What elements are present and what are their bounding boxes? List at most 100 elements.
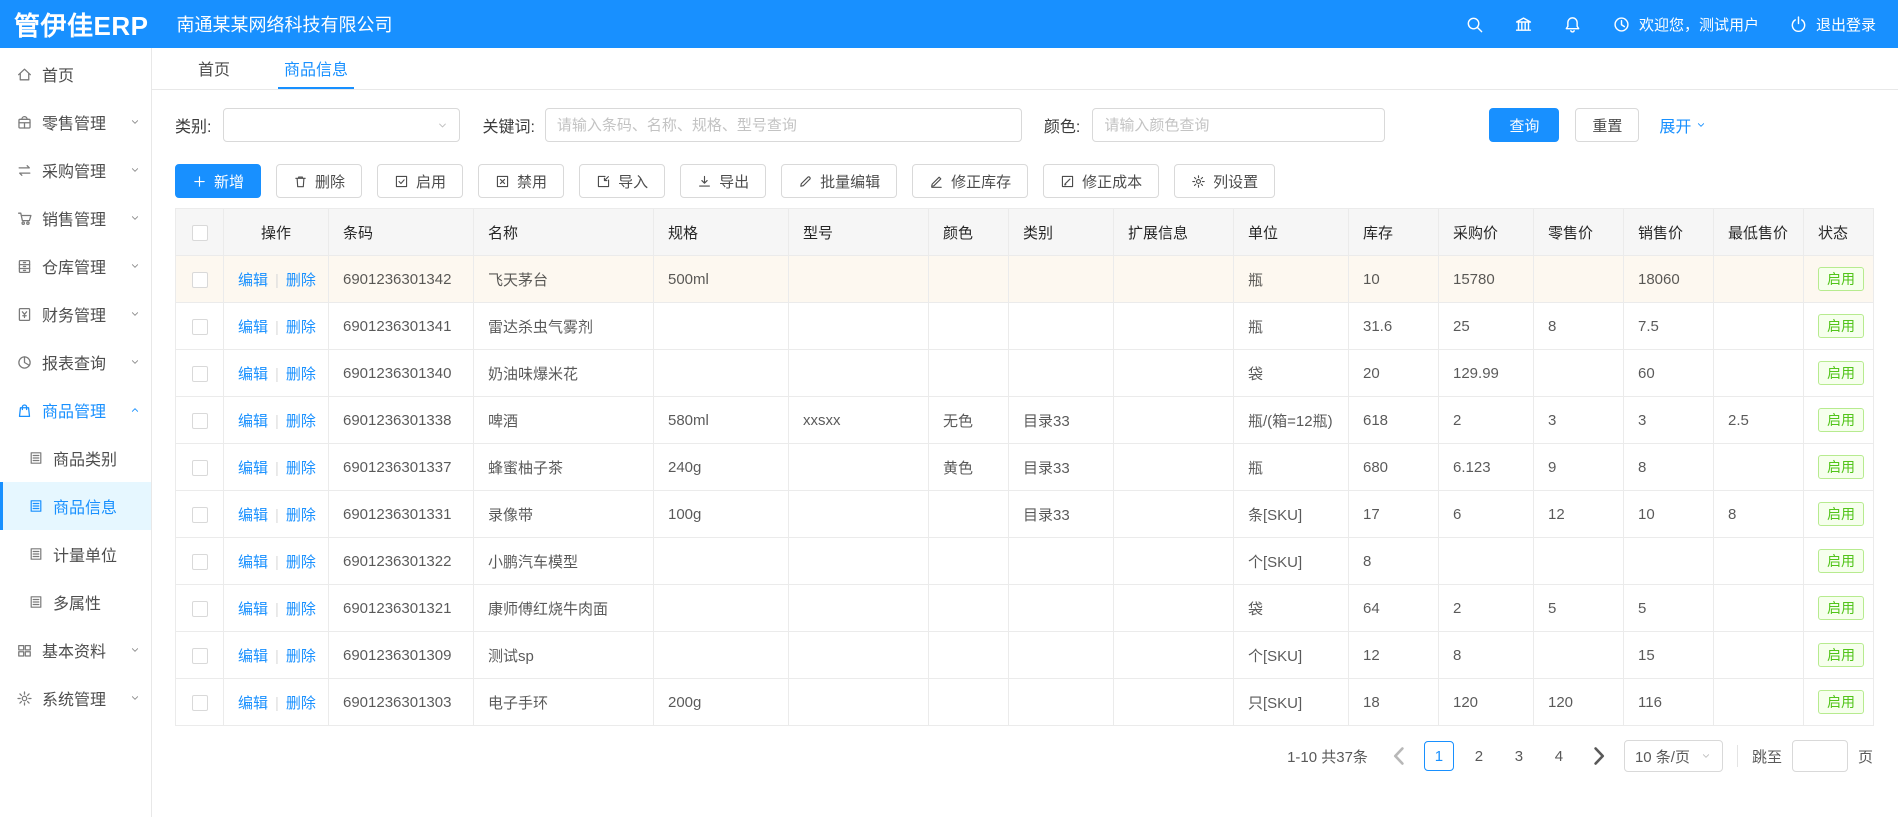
row-checkbox[interactable] [192,319,208,335]
delete-link[interactable]: 删除 [286,601,316,618]
welcome-user[interactable]: 欢迎您，测试用户 [1612,14,1759,35]
sidebar-item-retail[interactable]: 零售管理 [0,98,151,146]
cell-color [929,491,1009,538]
edit-link[interactable]: 编辑 [238,695,268,712]
edit-link[interactable]: 编辑 [238,272,268,289]
search-icon[interactable] [1465,15,1484,34]
cell-retail [1534,256,1624,303]
toolbar-button-edit[interactable]: 批量编辑 [781,164,897,198]
logout-button[interactable]: 退出登录 [1789,14,1876,35]
cell-sale: 60 [1624,350,1714,397]
color-input[interactable] [1092,108,1385,142]
page-number-3[interactable]: 3 [1504,741,1534,771]
delete-link[interactable]: 删除 [286,695,316,712]
cell-model [789,491,929,538]
sidebar-subitem-1[interactable]: 商品类别 [0,434,151,482]
reset-button[interactable]: 重置 [1575,108,1639,142]
toolbar-button-check-square[interactable]: 启用 [377,164,463,198]
edit-link[interactable]: 编辑 [238,460,268,477]
row-checkbox[interactable] [192,648,208,664]
cell-stock: 10 [1349,256,1439,303]
edit-link[interactable]: 编辑 [238,366,268,383]
bell-icon[interactable] [1563,15,1582,34]
row-actions-cell: 编辑|删除 [224,632,329,679]
toolbar-button-plus[interactable]: 新增 [175,164,261,198]
edit-link[interactable]: 编辑 [238,601,268,618]
sidebar-item-gear[interactable]: 系统管理 [0,674,151,722]
row-checkbox[interactable] [192,366,208,382]
row-checkbox[interactable] [192,601,208,617]
cell-category [1009,538,1114,585]
search-button[interactable]: 查询 [1489,108,1559,142]
row-checkbox[interactable] [192,507,208,523]
column-header: 零售价 [1534,209,1624,256]
page-number-2[interactable]: 2 [1464,741,1494,771]
cell-retail: 3 [1534,397,1624,444]
delete-link[interactable]: 删除 [286,319,316,336]
edit-link[interactable]: 编辑 [238,554,268,571]
sidebar-subitem-3[interactable]: 计量单位 [0,530,151,578]
pagination-divider [1737,745,1738,767]
row-checkbox[interactable] [192,460,208,476]
keyword-input[interactable] [545,108,1022,142]
toolbar-button-gear[interactable]: 列设置 [1174,164,1275,198]
row-checkbox[interactable] [192,272,208,288]
prev-page-button[interactable] [1384,741,1414,771]
cell-min [1714,585,1804,632]
toolbar-button-export[interactable]: 导出 [680,164,766,198]
cell-min: 2.5 [1714,397,1804,444]
select-all-checkbox[interactable] [192,225,208,241]
cell-purchase [1439,538,1534,585]
row-actions-cell: 编辑|删除 [224,303,329,350]
page-number-4[interactable]: 4 [1544,741,1574,771]
sidebar-item-warehouse[interactable]: 仓库管理 [0,242,151,290]
jump-to-input[interactable] [1792,740,1848,772]
sidebar-subitem-4[interactable]: 多属性 [0,578,151,626]
delete-link[interactable]: 删除 [286,366,316,383]
edit-link[interactable]: 编辑 [238,507,268,524]
bank-icon[interactable] [1514,15,1533,34]
sidebar-item-goods[interactable]: 商品管理 [0,386,151,434]
row-checkbox[interactable] [192,413,208,429]
table-row: 编辑|删除6901236301340奶油味爆米花袋20129.9960启用 [176,350,1874,397]
delete-link[interactable]: 删除 [286,554,316,571]
row-checkbox-cell [176,397,224,444]
sidebar-item-grid[interactable]: 基本资料 [0,626,151,674]
expand-link[interactable]: 展开 [1659,113,1707,137]
page-number-1[interactable]: 1 [1424,741,1454,771]
cell-status: 启用 [1804,256,1874,303]
sidebar-subitem-2[interactable]: 商品信息 [0,482,151,530]
sidebar-item-purchase[interactable]: 采购管理 [0,146,151,194]
edit-link[interactable]: 编辑 [238,319,268,336]
category-select[interactable] [223,108,460,142]
delete-link[interactable]: 删除 [286,460,316,477]
delete-link[interactable]: 删除 [286,413,316,430]
delete-link[interactable]: 删除 [286,648,316,665]
toolbar-button-edit-line[interactable]: 修正库存 [912,164,1028,198]
toolbar-button-trash[interactable]: 删除 [276,164,362,198]
row-checkbox[interactable] [192,695,208,711]
sidebar-item-report[interactable]: 报表查询 [0,338,151,386]
toolbar-button-close-square[interactable]: 禁用 [478,164,564,198]
toolbar-button-import[interactable]: 导入 [579,164,665,198]
cell-ext [1114,491,1234,538]
page-size-select[interactable]: 10 条/页 [1624,740,1723,772]
delete-link[interactable]: 删除 [286,272,316,289]
row-checkbox[interactable] [192,554,208,570]
next-page-button[interactable] [1584,741,1614,771]
toolbar-button-edit-square[interactable]: 修正成本 [1043,164,1159,198]
toolbar-button-label: 禁用 [517,171,547,192]
cell-unit: 袋 [1234,350,1349,397]
delete-link[interactable]: 删除 [286,507,316,524]
keyword-label: 关键词: [482,113,534,137]
sidebar-item-sales[interactable]: 销售管理 [0,194,151,242]
tab-2[interactable]: 商品信息 [278,48,354,89]
sidebar-item-home[interactable]: 首页 [0,50,151,98]
sidebar-item-finance[interactable]: 财务管理 [0,290,151,338]
edit-link[interactable]: 编辑 [238,648,268,665]
edit-link[interactable]: 编辑 [238,413,268,430]
cell-spec [654,585,789,632]
cell-color [929,303,1009,350]
cell-sale: 116 [1624,679,1714,726]
tab-1[interactable]: 首页 [192,48,236,89]
